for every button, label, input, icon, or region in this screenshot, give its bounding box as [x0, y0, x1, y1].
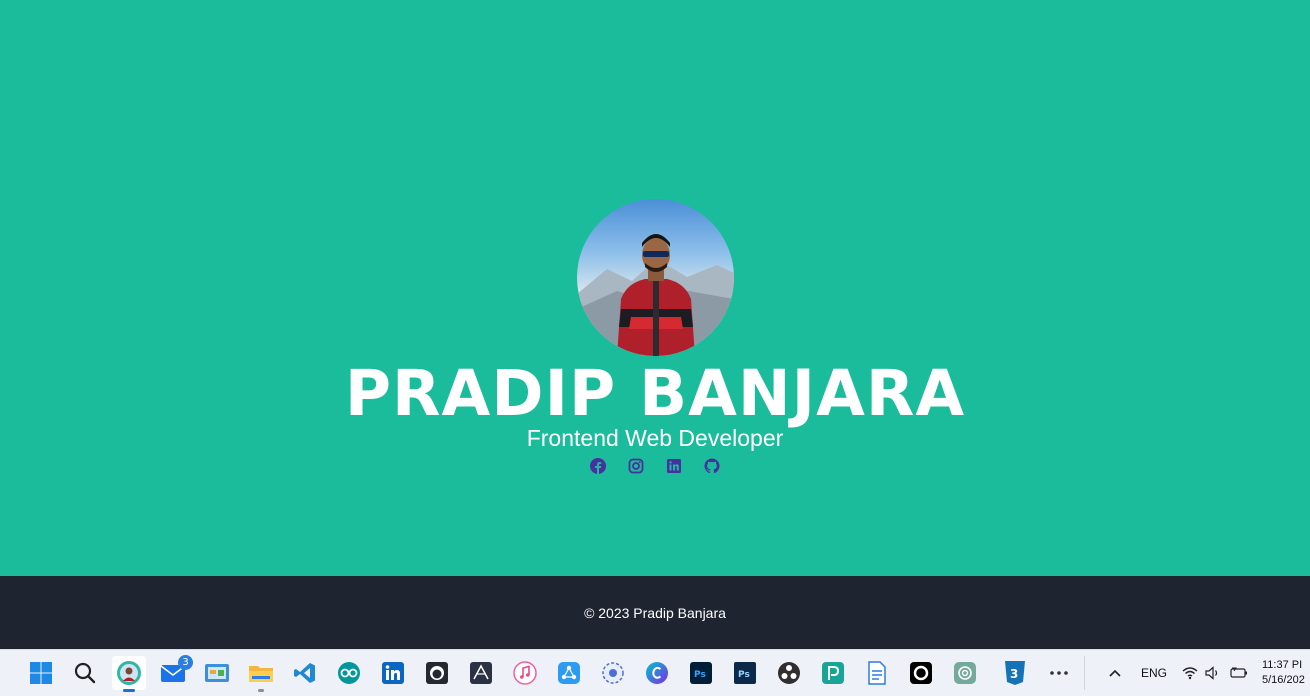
windows-taskbar: 3 Ps Ps 3 ENG 11:37 PI 5/16/202	[0, 649, 1310, 696]
copyright-text: © 2023 Pradip Banjara	[584, 605, 726, 621]
clock-time: 11:37 PI	[1262, 659, 1303, 671]
obs-icon[interactable]	[772, 656, 806, 690]
hero-role: Frontend Web Developer	[526, 425, 784, 451]
system-clock[interactable]: 11:37 PI 5/16/202	[1262, 658, 1305, 688]
control-panel-icon[interactable]	[200, 656, 234, 690]
chevron-up-icon[interactable]	[1098, 656, 1132, 690]
tray-divider	[1084, 656, 1085, 690]
linkedin-app-icon[interactable]	[376, 656, 410, 690]
canva-icon[interactable]	[640, 656, 674, 690]
chatgpt-icon[interactable]	[948, 656, 982, 690]
mail-badge: 3	[178, 655, 193, 670]
social-links	[0, 458, 1310, 478]
site-footer: © 2023 Pradip Banjara	[0, 576, 1310, 649]
svg-text:Ps: Ps	[694, 670, 706, 680]
photopea-icon[interactable]	[816, 656, 850, 690]
vscode-icon[interactable]	[288, 656, 322, 690]
profile-avatar	[577, 199, 734, 356]
mail-icon[interactable]: 3	[156, 655, 193, 690]
wifi-icon[interactable]	[1180, 656, 1200, 690]
github-icon	[704, 458, 720, 474]
volume-icon[interactable]	[1203, 656, 1223, 690]
linkedin-icon	[667, 459, 681, 473]
facebook-link[interactable]	[590, 458, 606, 474]
document-icon[interactable]	[860, 656, 894, 690]
search-icon[interactable]	[68, 656, 102, 690]
windows-start-icon[interactable]	[24, 656, 58, 690]
css3-icon[interactable]: 3	[998, 656, 1032, 690]
language-indicator[interactable]: ENG	[1141, 666, 1167, 680]
photoshop-classic-icon[interactable]: Ps	[728, 656, 762, 690]
facebook-icon	[590, 458, 606, 474]
sync-app-icon[interactable]	[552, 656, 586, 690]
app-icon[interactable]	[464, 656, 498, 690]
arduino-icon[interactable]	[332, 656, 366, 690]
github-desktop-icon[interactable]	[420, 656, 454, 690]
hero-name: PRADIP BANJARA	[344, 357, 966, 430]
photoshop-icon[interactable]: Ps	[684, 656, 718, 690]
github-link[interactable]	[704, 458, 720, 474]
svg-text:3: 3	[1010, 667, 1018, 681]
more-icon[interactable]	[1042, 656, 1076, 690]
app-o-icon[interactable]	[904, 656, 938, 690]
svg-text:Ps: Ps	[738, 670, 750, 680]
settings-app-icon[interactable]	[596, 656, 630, 690]
linkedin-link[interactable]	[666, 458, 682, 474]
file-explorer-icon[interactable]	[244, 656, 278, 692]
instagram-link[interactable]	[628, 458, 644, 474]
clock-date: 5/16/202	[1262, 674, 1305, 686]
instagram-icon	[628, 458, 644, 474]
hero-section: PRADIP BANJARA Frontend Web Developer	[0, 0, 1310, 576]
itunes-icon[interactable]	[508, 656, 542, 690]
battery-icon[interactable]	[1228, 656, 1250, 690]
browser-profile-icon[interactable]	[112, 656, 146, 692]
